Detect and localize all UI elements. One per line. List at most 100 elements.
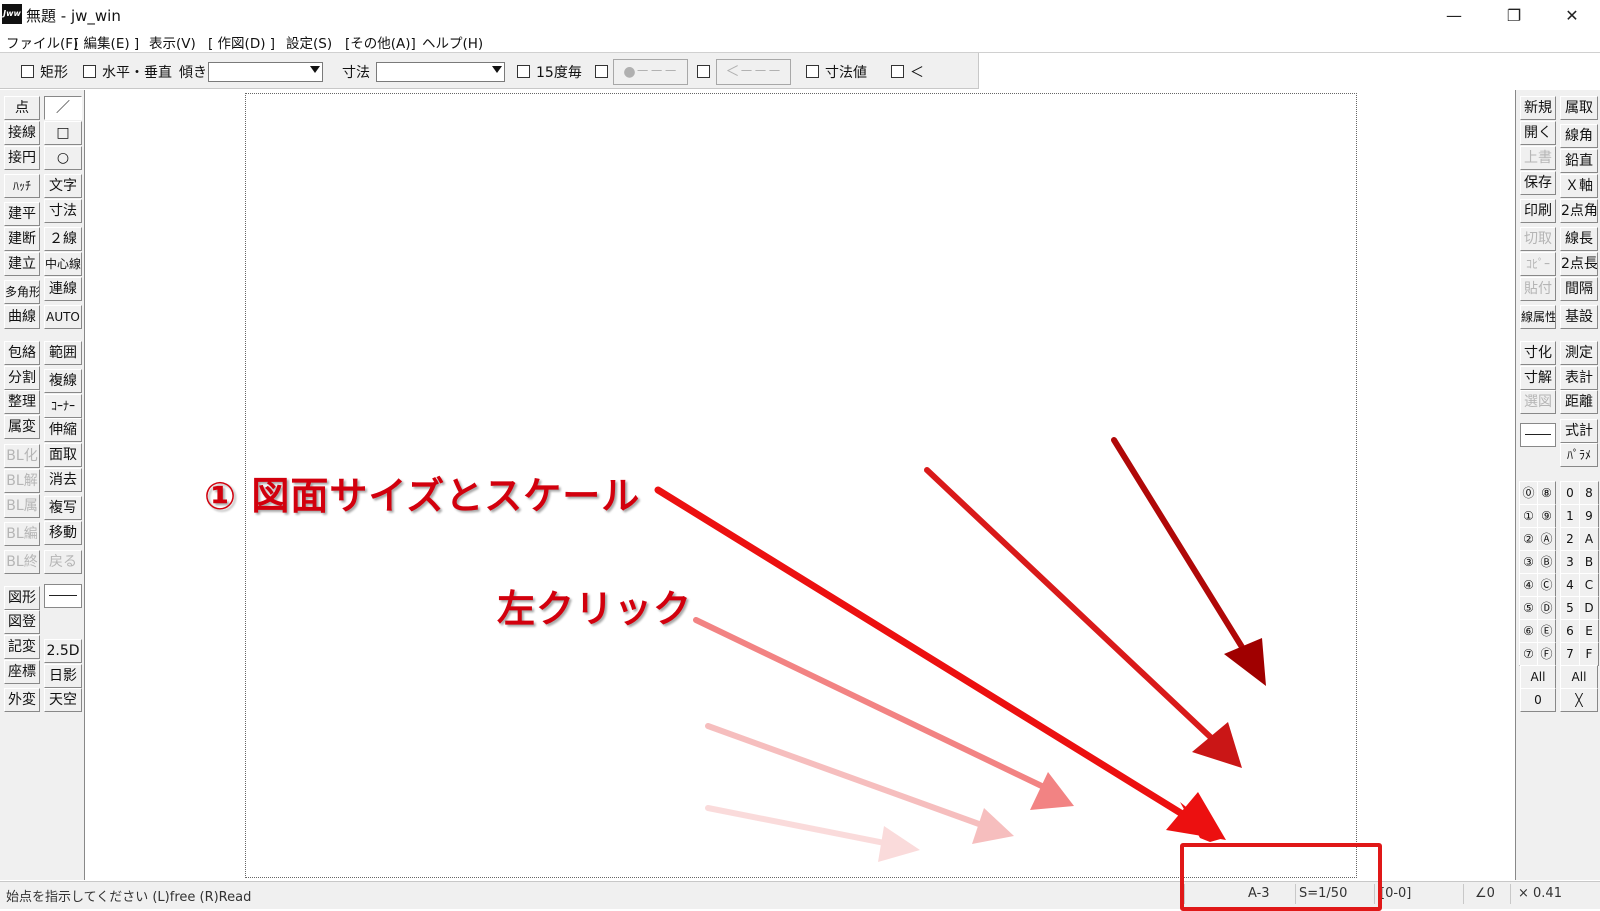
tool-chamfer[interactable]: 面取 (44, 443, 82, 467)
zoom-field[interactable]: × 0.41 (1518, 886, 1562, 901)
dimval-checkbox[interactable] (806, 65, 819, 78)
layer-group-2[interactable]: ② (1519, 527, 1538, 551)
line-style-sample[interactable] (44, 584, 82, 608)
layer-group-all-button[interactable]: All (1520, 665, 1556, 689)
tool-tangent-line[interactable]: 接線 (4, 121, 40, 145)
close-button[interactable]: ✕ (1546, 0, 1598, 30)
layer-7[interactable]: 7 (1560, 642, 1580, 666)
layer-5[interactable]: 5 (1560, 596, 1580, 620)
tool-arch-plan[interactable]: 建平 (4, 202, 40, 226)
tool-undo[interactable]: 戻る (44, 550, 82, 574)
dim-explode-button[interactable]: 寸解 (1520, 366, 1556, 390)
minimize-button[interactable]: — (1428, 0, 1480, 30)
line-length-button[interactable]: 線長 (1560, 227, 1598, 251)
layer-group-e[interactable]: Ⓔ (1537, 619, 1556, 643)
layer-group-8[interactable]: ⑧ (1537, 481, 1556, 505)
parametric-button[interactable]: ﾊﾟﾗﾒ (1560, 443, 1598, 467)
tool-center-line[interactable]: 中心線 (44, 252, 82, 276)
tool-sun-shadow[interactable]: 日影 (44, 664, 82, 688)
tool-symbol-change[interactable]: 記変 (4, 635, 40, 659)
measure-button[interactable]: 測定 (1560, 341, 1598, 365)
layer-group-9[interactable]: ⑨ (1537, 504, 1556, 528)
layer-2[interactable]: 2 (1560, 527, 1580, 551)
layer-group-0[interactable]: ⓪ (1519, 481, 1538, 505)
cut-button[interactable]: 切取 (1520, 227, 1556, 251)
hv-checkbox[interactable] (83, 65, 96, 78)
line-attr-button[interactable]: 線属性 (1520, 305, 1556, 329)
x-axis-button[interactable]: Ｘ軸 (1560, 174, 1598, 198)
rect-checkbox[interactable] (21, 65, 34, 78)
tool-line[interactable]: ／ (44, 96, 82, 120)
copy-button[interactable]: ｺﾋﾟｰ (1520, 252, 1556, 276)
layer-group-zero-button[interactable]: 0 (1520, 688, 1556, 712)
tool-hatch[interactable]: ﾊｯﾁ (4, 174, 40, 198)
angle-field[interactable]: ∠0 (1475, 886, 1495, 901)
deg15-checkbox[interactable] (517, 65, 530, 78)
layer-d[interactable]: D (1579, 596, 1599, 620)
layer-group-3[interactable]: ③ (1519, 550, 1538, 574)
tool-bl-end[interactable]: BL終 (4, 550, 40, 574)
tool-text[interactable]: 文字 (44, 174, 82, 198)
layer-group-6[interactable]: ⑥ (1519, 619, 1538, 643)
tool-double-line[interactable]: ２線 (44, 227, 82, 251)
menu-draw[interactable]: [ 作図(D) ] (208, 32, 275, 52)
file-new-button[interactable]: 新規 (1520, 96, 1556, 120)
menu-edit[interactable]: [ 編集(E) ] (74, 32, 139, 52)
layer-f[interactable]: F (1579, 642, 1599, 666)
file-open-button[interactable]: 開く (1520, 121, 1556, 145)
layer-group-c[interactable]: Ⓒ (1537, 573, 1556, 597)
base-setting-button[interactable]: 基設 (1560, 305, 1598, 329)
file-save-button[interactable]: 保存 (1520, 171, 1556, 195)
tool-range[interactable]: 範囲 (44, 341, 82, 365)
layer-group-7[interactable]: ⑦ (1519, 642, 1538, 666)
layer-6[interactable]: 6 (1560, 619, 1580, 643)
tool-divide[interactable]: 分割 (4, 366, 40, 390)
dim-combo[interactable] (376, 62, 505, 82)
interval-button[interactable]: 間隔 (1560, 277, 1598, 301)
two-point-angle-button[interactable]: 2点角 (1560, 199, 1598, 223)
layer-a[interactable]: A (1579, 527, 1599, 551)
distance-button[interactable]: 距離 (1560, 390, 1598, 414)
tool-external-change[interactable]: 外変 (4, 688, 40, 712)
tool-rectangle[interactable]: □ (44, 121, 82, 145)
tool-coordinates[interactable]: 座標 (4, 660, 40, 684)
layer-group-5[interactable]: ⑤ (1519, 596, 1538, 620)
layer-group-f[interactable]: Ⓕ (1537, 642, 1556, 666)
tool-tangent-circle[interactable]: 接円 (4, 146, 40, 170)
file-overwrite-button[interactable]: 上書 (1520, 146, 1556, 170)
tool-stretch[interactable]: 伸縮 (44, 418, 82, 442)
tool-bl-create[interactable]: BL化 (4, 444, 40, 468)
formula-calc-button[interactable]: 式計 (1560, 419, 1598, 443)
layer-group-a[interactable]: Ⓐ (1537, 527, 1556, 551)
layer-all-button[interactable]: All (1560, 665, 1598, 689)
menu-view[interactable]: 表示(V) (149, 32, 196, 52)
layer-group-b[interactable]: Ⓑ (1537, 550, 1556, 574)
two-point-length-button[interactable]: 2点長 (1560, 252, 1598, 276)
layer-0[interactable]: 0 (1560, 481, 1580, 505)
menu-settings[interactable]: 設定(S) (286, 32, 332, 52)
tool-bl-explode[interactable]: BL解 (4, 469, 40, 493)
tool-arch-section[interactable]: 建断 (4, 227, 40, 251)
tool-polygon[interactable]: 多角形 (4, 280, 40, 304)
tool-arch-elevation[interactable]: 建立 (4, 252, 40, 276)
layer-8[interactable]: 8 (1579, 481, 1599, 505)
line-style-sample-right[interactable] (1520, 423, 1556, 447)
tool-erase[interactable]: 消去 (44, 468, 82, 492)
tool-offset-line[interactable]: 複線 (44, 369, 82, 393)
tool-copy[interactable]: 複写 (44, 496, 82, 520)
tool-continuous-line[interactable]: 連線 (44, 277, 82, 301)
restore-button[interactable]: ❐ (1488, 0, 1540, 30)
tool-envelope[interactable]: 包絡 (4, 341, 40, 365)
table-calc-button[interactable]: 表計 (1560, 366, 1598, 390)
select-drawing-button[interactable]: 選図 (1520, 390, 1556, 414)
layer-e[interactable]: E (1579, 619, 1599, 643)
arrow-line-button[interactable]: ＜－－－ (716, 59, 791, 85)
tool-bl-edit[interactable]: BL編 (4, 522, 40, 546)
print-button[interactable]: 印刷 (1520, 199, 1556, 223)
menu-help[interactable]: ヘルプ(H) (422, 32, 483, 52)
layer-group-d[interactable]: Ⓓ (1537, 596, 1556, 620)
tool-sky-factor[interactable]: 天空 (44, 688, 82, 712)
dot-line-button[interactable]: ●－－－ (613, 59, 688, 85)
layer-9[interactable]: 9 (1579, 504, 1599, 528)
tool-shape[interactable]: 図形 (4, 586, 40, 610)
